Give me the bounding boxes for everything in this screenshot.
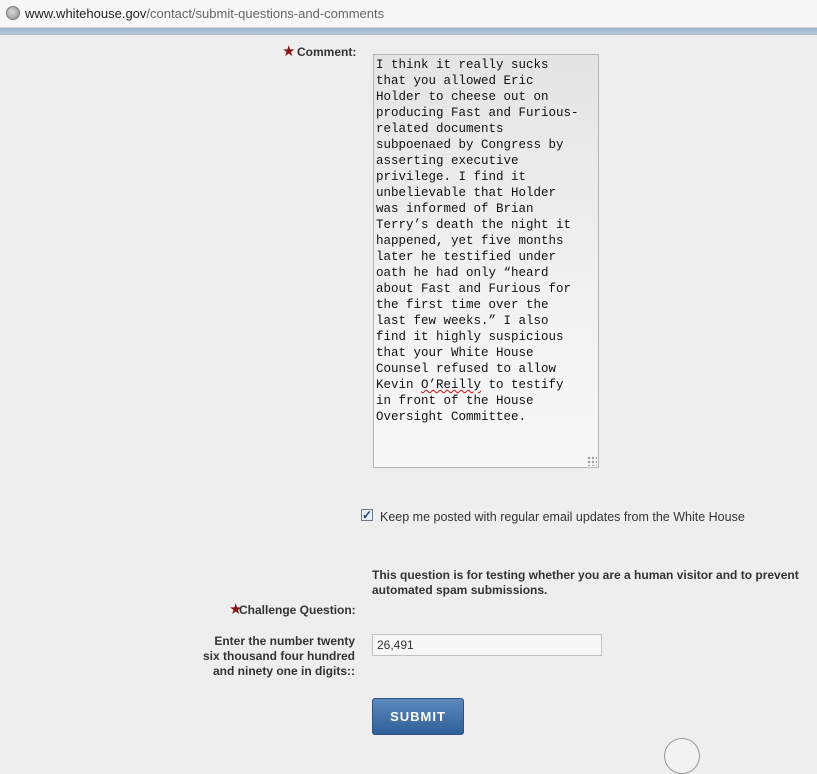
comment-line: was informed of Brian [376,202,534,216]
comment-line: Kevin O’Reilly to testify [376,378,564,392]
comment-line: producing Fast and Furious- [376,106,579,120]
submit-button[interactable]: SUBMIT [372,698,464,735]
resize-grip-icon[interactable] [587,456,597,466]
required-star-icon: ★ [282,43,296,60]
comment-line: about Fast and Furious for [376,282,572,296]
comment-line: later he testified under [376,250,557,264]
comment-line: oath he had only “heard [376,266,549,280]
comment-line: Counsel refused to allow [376,362,557,376]
comment-line: unbelievable that Holder [376,186,557,200]
address-bar[interactable]: www.whitehouse.gov/contact/submit-questi… [0,0,817,28]
misspelled-word[interactable]: O’Reilly [421,378,481,392]
challenge-prompt: Enter the number twenty six thousand fou… [203,634,355,678]
keep-posted-label: Keep me posted with regular email update… [380,510,745,524]
comment-line: that you allowed Eric [376,74,534,88]
comment-line: Holder to cheese out on [376,90,549,104]
url-text[interactable]: www.whitehouse.gov/contact/submit-questi… [25,6,384,21]
url-path: /contact/submit-questions-and-comments [146,6,385,21]
comment-line: Oversight Committee. [376,410,527,424]
comment-line: last few weeks.” I also [376,314,549,328]
url-host: www.whitehouse.gov [25,6,147,21]
page-header-strip [0,28,817,35]
challenge-label: Challenge Question: [239,603,356,617]
comment-textarea[interactable]: I think it really sucks that you allowed … [373,54,599,468]
comment-line: happened, yet five months [376,234,564,248]
challenge-answer-input[interactable]: 26,491 [372,634,602,656]
check-mark-icon: ✓ [362,508,373,522]
comment-line: asserting executive [376,154,519,168]
comment-line: Terry’s death the night it [376,218,572,232]
circle-icon [664,738,700,774]
keep-posted-checkbox[interactable]: ✓ [361,509,373,521]
comment-line: find it highly suspicious [376,330,564,344]
comment-label: Comment: [297,45,357,59]
comment-line: I think it really sucks [376,58,549,72]
comment-line: privilege. I find it [376,170,527,184]
comment-line: that your White House [376,346,534,360]
comment-line: related documents [376,122,504,136]
globe-icon [6,6,20,20]
comment-line: the first time over the [376,298,549,312]
challenge-note: This question is for testing whether you… [372,568,799,597]
comment-line: subpoenaed by Congress by [376,138,564,152]
comment-line: in front of the House [376,394,534,408]
